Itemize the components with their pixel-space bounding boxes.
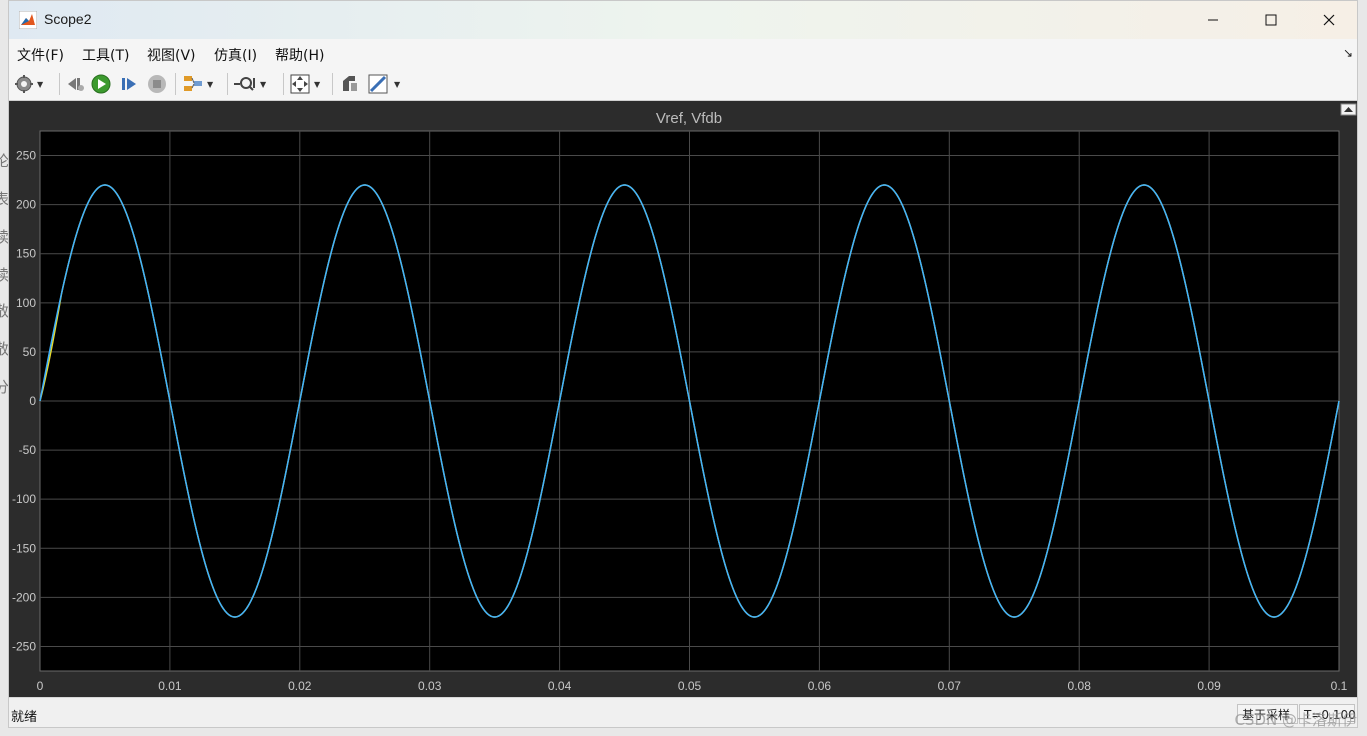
x-tick-label: 0.01 [158, 679, 182, 693]
toolbar-separator [332, 73, 333, 95]
toolbar-separator [59, 73, 60, 95]
expand-axes-button[interactable] [1340, 103, 1357, 116]
menu-tools[interactable]: 工具(T) [82, 45, 129, 65]
y-tick-label: 0 [29, 394, 36, 408]
dropdown-arrow-icon: ▼ [394, 79, 401, 89]
dropdown-arrow-icon: ▼ [37, 79, 44, 89]
x-tick-label: 0.05 [678, 679, 702, 693]
stop-button[interactable] [147, 72, 167, 96]
step-forward-button[interactable] [119, 72, 139, 96]
step-back-button[interactable] [65, 72, 85, 96]
maximize-button[interactable] [1242, 1, 1300, 39]
x-tick-label: 0.09 [1197, 679, 1221, 693]
undock-arrow-icon[interactable]: ↘ [1343, 46, 1353, 60]
toolbar-separator [283, 73, 284, 95]
autoscale-icon [290, 74, 310, 94]
settings-button[interactable]: ▼ [14, 72, 43, 96]
x-tick-label: 0.03 [418, 679, 442, 693]
y-tick-label: 100 [16, 296, 36, 310]
toolbar-separator [227, 73, 228, 95]
run-icon [91, 74, 111, 94]
x-tick-label: 0.02 [288, 679, 312, 693]
x-tick-label: 0.07 [938, 679, 962, 693]
x-tick-label: 0 [37, 679, 44, 693]
dropdown-arrow-icon: ▼ [260, 79, 267, 89]
x-tick-label: 0.1 [1331, 679, 1348, 693]
toolbar-separator [175, 73, 176, 95]
y-tick-label: 150 [16, 247, 36, 261]
title-bar[interactable]: Scope2 [9, 1, 1357, 39]
x-tick-label: 0.04 [548, 679, 572, 693]
y-tick-label: 50 [23, 345, 37, 359]
stop-icon [148, 75, 166, 93]
signal-select-icon [184, 76, 202, 91]
x-tick-label: 0.06 [808, 679, 832, 693]
window-title: Scope2 [44, 11, 92, 27]
scope-window: Scope2 文件(F) 工具(T) 视图(V) 仿真(I) 帮助(H) ↘ ▼ [8, 0, 1358, 728]
y-tick-label: -100 [12, 492, 36, 506]
minimize-icon [1208, 19, 1218, 21]
scope-plot[interactable]: Vref, Vfdb 0 0.01 0.02 0.03 0.04 0.05 0.06 0.07… [9, 101, 1358, 697]
x-tick-label: 0.08 [1068, 679, 1092, 693]
highlight-button[interactable] [339, 72, 361, 96]
zoom-icon [234, 77, 255, 91]
watermark: CSDN @卡洛斯伊 [1234, 711, 1357, 729]
run-button[interactable] [91, 72, 111, 96]
step-back-icon [68, 78, 84, 91]
plot-title: Vref, Vfdb [656, 110, 722, 127]
signal-select-button[interactable]: ▼ [182, 72, 213, 96]
measure-button[interactable]: ▼ [367, 72, 400, 96]
autoscale-button[interactable]: ▼ [289, 72, 320, 96]
y-tick-label: -50 [19, 443, 37, 457]
close-icon [1323, 14, 1335, 26]
highlight-icon [343, 76, 357, 91]
menu-bar: 文件(F) 工具(T) 视图(V) 仿真(I) 帮助(H) ↘ [9, 39, 1357, 67]
y-tick-label: -150 [12, 541, 36, 555]
step-forward-icon [122, 78, 136, 90]
menu-help[interactable]: 帮助(H) [275, 45, 324, 65]
close-button[interactable] [1300, 1, 1357, 39]
menu-simulation[interactable]: 仿真(I) [214, 45, 257, 65]
y-tick-label: 200 [16, 198, 36, 212]
measure-icon [368, 74, 388, 94]
scope-display[interactable]: Vref, Vfdb 0 0.01 0.02 0.03 0.04 0.05 0.06 0.07… [9, 101, 1357, 697]
status-text: 就绪 [11, 710, 38, 725]
dropdown-arrow-icon: ▼ [314, 79, 321, 89]
zoom-button[interactable]: ▼ [233, 72, 266, 96]
status-bar: 就绪 基于采样 T=0.100 [9, 697, 1357, 727]
minimize-button[interactable] [1184, 1, 1242, 39]
maximize-icon [1265, 14, 1277, 26]
settings-icon [15, 75, 33, 93]
y-tick-label: -250 [12, 639, 36, 653]
toolbar: ▼ ▼ ▼ ▼ ▼ [9, 67, 1357, 101]
menu-file[interactable]: 文件(F) [17, 45, 64, 65]
menu-view[interactable]: 视图(V) [147, 45, 196, 65]
matlab-logo-icon [18, 10, 38, 30]
y-tick-label: -200 [12, 590, 36, 604]
dropdown-arrow-icon: ▼ [207, 79, 214, 89]
y-tick-label: 250 [16, 149, 36, 163]
